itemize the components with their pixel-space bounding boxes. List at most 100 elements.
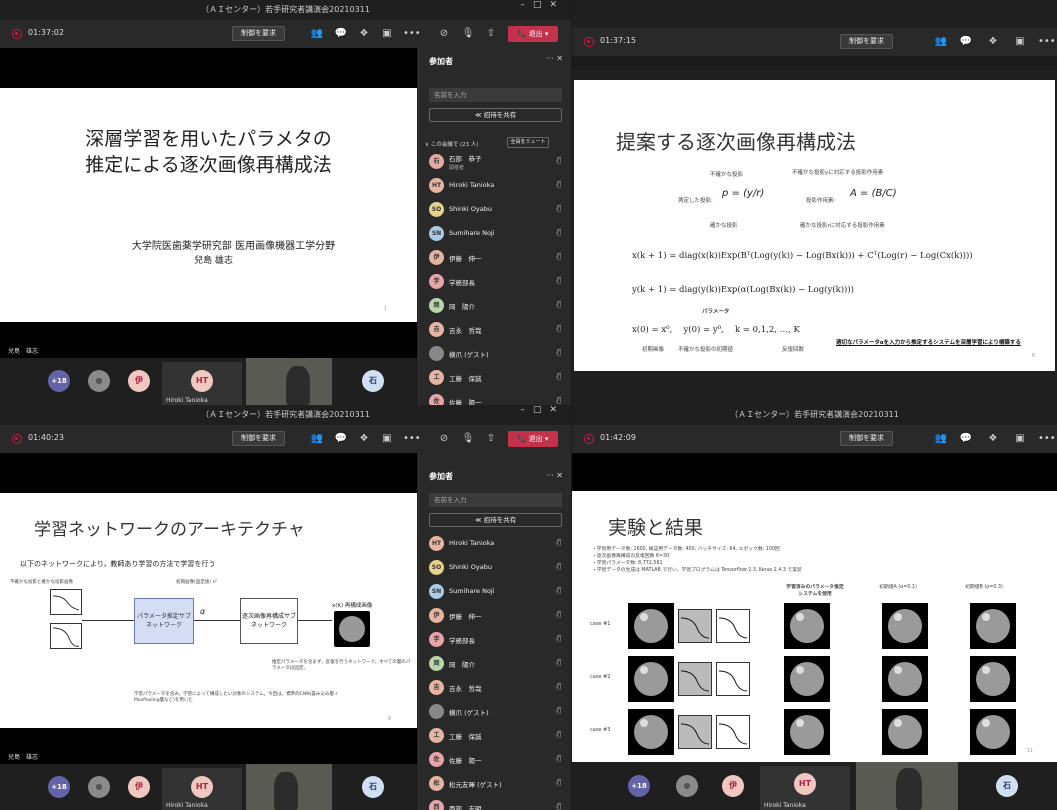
- mute-all-button[interactable]: 全員をミュート: [507, 137, 549, 148]
- request-control-button[interactable]: 制御を要求: [840, 34, 893, 49]
- mic-off-icon[interactable]: 🎙: [461, 432, 475, 446]
- leave-button[interactable]: 📞 退出 ▾: [508, 431, 558, 447]
- share-invite-button[interactable]: ≪ 招待を共有: [429, 513, 562, 527]
- participant-search-input[interactable]: 名前を入力: [429, 493, 562, 507]
- more-options-icon[interactable]: •••: [403, 432, 421, 446]
- mic-muted-icon: 🎙̸: [556, 658, 561, 666]
- participant-row[interactable]: 岡岡 陽介 🎙̸: [419, 652, 571, 676]
- request-control-button[interactable]: 制御を要求: [232, 431, 285, 446]
- sinogram-plot: [678, 662, 712, 696]
- chat-icon[interactable]: 💬: [959, 35, 973, 49]
- avatar-ishibe[interactable]: 石: [362, 776, 384, 798]
- participant-row[interactable]: 佐佐藤 陽一 🎙̸: [419, 748, 571, 772]
- slide-page-number: 1: [383, 306, 387, 312]
- participants-icon[interactable]: 👥: [934, 35, 948, 49]
- participant-row[interactable]: 横爪 (ゲスト) 🎙̸: [419, 700, 571, 724]
- share-screen-icon[interactable]: ⇧: [484, 27, 498, 41]
- panel-controls[interactable]: ··· ✕: [546, 54, 563, 63]
- avatar-ito[interactable]: 伊: [128, 776, 150, 798]
- breakout-icon[interactable]: ❖: [986, 35, 1000, 49]
- participant-row[interactable]: 岡岡 陽介 🎙̸: [419, 294, 571, 318]
- participant-row[interactable]: HT Hiroki Tanioka 🎙̸: [419, 174, 571, 198]
- avatar-ishibe[interactable]: 石: [996, 775, 1018, 797]
- meeting-window-3: （ＡＩセンター）若手研究者講演会20210311 –□✕ 01:40:23 制御…: [0, 405, 571, 810]
- phantom-image: [628, 709, 674, 755]
- mic-muted-icon: 🎙̸: [556, 802, 561, 810]
- share-tray-icon[interactable]: ▣: [1013, 432, 1027, 446]
- participant-row[interactable]: HT Hiroki Tanioka 🎙̸: [419, 532, 571, 556]
- window-controls[interactable]: –□✕: [520, 405, 565, 415]
- participant-row[interactable]: SN Sumihare Noji 🎙̸: [419, 222, 571, 246]
- camera-feed[interactable]: [246, 764, 332, 810]
- meeting-section[interactable]: ∨ この会議で (23 人): [425, 140, 479, 148]
- mic-off-icon[interactable]: 🎙: [461, 27, 475, 41]
- guest-avatar[interactable]: ●: [676, 775, 698, 797]
- tile-tanioka[interactable]: HT Hiroki Tanioka: [162, 768, 242, 810]
- window-title: （ＡＩセンター）若手研究者講演会20210311: [572, 405, 1057, 425]
- participant-search-input[interactable]: 名前を入力: [429, 88, 562, 102]
- participant-row[interactable]: 工工藤 保誠 🎙̸: [419, 366, 571, 390]
- participant-row[interactable]: 松松元友暉 (ゲスト) 🎙̸: [419, 772, 571, 796]
- participant-row[interactable]: SO Shinki Oyabu 🎙̸: [419, 556, 571, 580]
- guest-avatar[interactable]: ●: [88, 776, 110, 798]
- breakout-icon[interactable]: ❖: [357, 27, 371, 41]
- camera-feed[interactable]: [246, 358, 332, 405]
- participant-row[interactable]: 開催者石石部 恭子 🎙̸: [419, 150, 571, 174]
- share-invite-button[interactable]: ≪ 招待を共有: [429, 108, 562, 122]
- participant-row[interactable]: 学学務部長 🎙̸: [419, 628, 571, 652]
- leave-button[interactable]: 📞 退出 ▾: [508, 26, 558, 42]
- participant-row[interactable]: 吉吉永 哲哉 🎙̸: [419, 318, 571, 342]
- window-controls[interactable]: –□✕: [520, 0, 565, 10]
- share-tray-icon[interactable]: ▣: [380, 432, 394, 446]
- chat-icon[interactable]: 💬: [959, 432, 973, 446]
- tile-tanioka[interactable]: HT Hiroki Tanioka: [162, 362, 242, 405]
- participant-row[interactable]: 西西部 志明 🎙̸: [419, 796, 571, 810]
- label-op-r: 確かな投影rに対応する投影作用素: [800, 223, 885, 229]
- mic-muted-icon: 🎙̸: [556, 156, 561, 164]
- camera-off-icon[interactable]: ⊘: [437, 432, 451, 446]
- avatar: SO: [429, 560, 444, 575]
- more-options-icon[interactable]: •••: [403, 27, 421, 41]
- slide-affiliation: 大学院医歯薬学研究部 医用画像機器工学分野: [131, 241, 336, 252]
- avatar: 学: [429, 632, 444, 647]
- avatar: HT: [429, 536, 444, 551]
- participant-row[interactable]: 学学務部長 🎙̸: [419, 270, 571, 294]
- tile-tanioka[interactable]: HT Hiroki Tanioka: [760, 766, 850, 810]
- participant-name: 学務部長: [449, 637, 475, 645]
- participants-icon[interactable]: 👥: [934, 432, 948, 446]
- participants-icon[interactable]: 👥: [310, 432, 324, 446]
- share-tray-icon[interactable]: ▣: [380, 27, 394, 41]
- stage-bar: 兒島 雄志: [0, 728, 417, 764]
- participant-row[interactable]: 佐佐藤 陽一 🎙̸: [419, 390, 571, 405]
- guest-avatar[interactable]: ●: [88, 370, 110, 392]
- panel-controls[interactable]: ··· ✕: [546, 471, 563, 480]
- chat-icon[interactable]: 💬: [334, 27, 348, 41]
- request-control-button[interactable]: 制御を要求: [840, 431, 893, 446]
- share-screen-icon[interactable]: ⇧: [484, 432, 498, 446]
- overflow-count[interactable]: +18: [48, 370, 70, 392]
- overflow-count[interactable]: +18: [628, 775, 650, 797]
- more-options-icon[interactable]: •••: [1038, 35, 1056, 49]
- slide-title-line1: 深層学習を用いたパラメタの: [85, 128, 332, 150]
- phantom-image: [628, 656, 674, 702]
- chat-icon[interactable]: 💬: [334, 432, 348, 446]
- participant-row[interactable]: SO Shinki Oyabu 🎙̸: [419, 198, 571, 222]
- participant-row[interactable]: 吉吉永 哲哉 🎙̸: [419, 676, 571, 700]
- participant-row[interactable]: 伊伊藤 伸一 🎙̸: [419, 604, 571, 628]
- avatar-ito[interactable]: 伊: [722, 775, 744, 797]
- participant-row[interactable]: SN Sumihare Noji 🎙̸: [419, 580, 571, 604]
- participants-icon[interactable]: 👥: [310, 27, 324, 41]
- camera-feed[interactable]: [856, 762, 958, 810]
- camera-off-icon[interactable]: ⊘: [437, 27, 451, 41]
- overflow-count[interactable]: +18: [48, 776, 70, 798]
- breakout-icon[interactable]: ❖: [357, 432, 371, 446]
- avatar-ishibe[interactable]: 石: [362, 370, 384, 392]
- share-tray-icon[interactable]: ▣: [1013, 35, 1027, 49]
- breakout-icon[interactable]: ❖: [986, 432, 1000, 446]
- request-control-button[interactable]: 制御を要求: [232, 26, 285, 41]
- avatar-ito[interactable]: 伊: [128, 370, 150, 392]
- participant-row[interactable]: 横爪 (ゲスト) 🎙̸: [419, 342, 571, 366]
- participant-row[interactable]: 伊伊藤 伸一 🎙̸: [419, 246, 571, 270]
- participant-row[interactable]: 工工藤 保誠 🎙̸: [419, 724, 571, 748]
- more-options-icon[interactable]: •••: [1038, 432, 1056, 446]
